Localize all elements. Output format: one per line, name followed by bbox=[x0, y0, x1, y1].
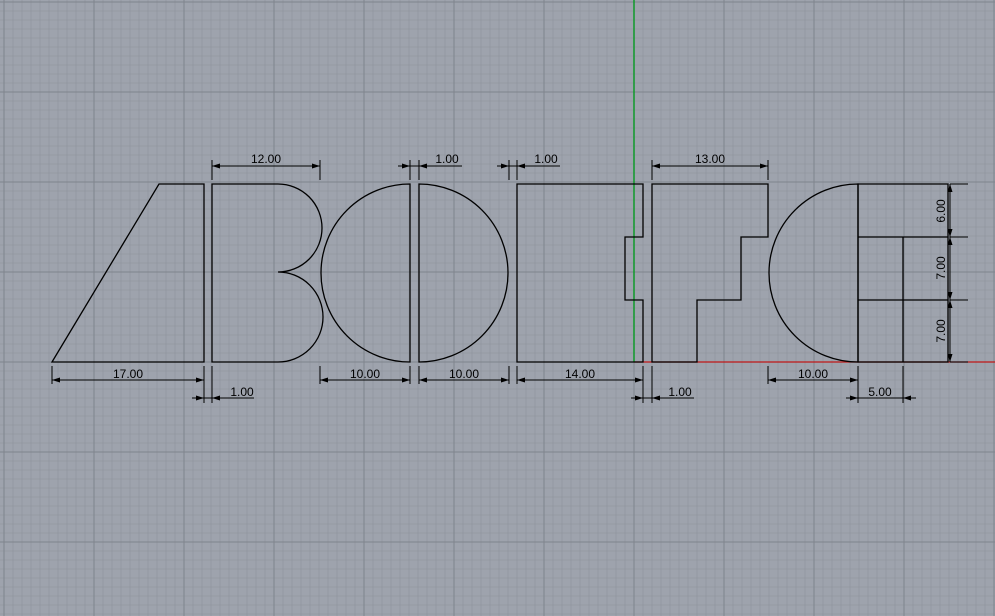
dim-f-left-gap-label: 1.00 bbox=[668, 385, 692, 399]
dim-a-width-label: 17.00 bbox=[113, 367, 143, 381]
dim-d-bottom-radius-label: 10.00 bbox=[449, 367, 479, 381]
dim-b-top-width-label: 12.00 bbox=[251, 152, 281, 166]
dim-b-bottom-radius-label: 10.00 bbox=[350, 367, 380, 381]
dim-h-top-height-label: 6.00 bbox=[934, 199, 948, 223]
dim-h-mid-height-label: 7.00 bbox=[934, 256, 948, 280]
dim-e-bottom-width-label: 14.00 bbox=[565, 367, 595, 381]
dim-d-top-gap-label: 1.00 bbox=[435, 152, 459, 166]
dim-f-top-width-label: 13.00 bbox=[695, 152, 725, 166]
dim-e-top-gap-label: 1.00 bbox=[534, 152, 558, 166]
dim-a-b-gap-label: 1.00 bbox=[230, 385, 254, 399]
dim-h-bottom-width-label: 5.00 bbox=[868, 385, 892, 399]
dim-h-bottom-height-label: 7.00 bbox=[934, 319, 948, 343]
dim-g-bottom-radius-label: 10.00 bbox=[798, 367, 828, 381]
cad-viewport[interactable]: 17.00 1.00 12.00 10.00 1.00 10.00 1.00 1… bbox=[0, 0, 995, 616]
